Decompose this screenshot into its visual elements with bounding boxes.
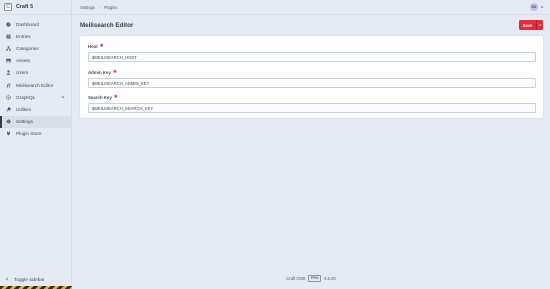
user-menu[interactable]: SO <box>530 3 544 11</box>
sidebar-item-utilities[interactable]: Utilities <box>0 103 71 115</box>
sidebar-item-plugin-store[interactable]: Plugin Store <box>0 128 71 140</box>
sidebar: C Craft 5 Dashboard Entries Categories A… <box>0 0 72 289</box>
sidebar-item-meilisearch-editor[interactable]: Meilisearch Editor <box>0 79 71 91</box>
site-brand[interactable]: C Craft 5 <box>0 0 71 15</box>
host-label-text: Host <box>88 43 98 49</box>
chevron-down-icon[interactable] <box>61 95 65 99</box>
save-button-group: Save <box>519 20 543 30</box>
breadcrumb-plugins[interactable]: Plugins <box>104 5 117 10</box>
graphql-icon <box>5 94 11 100</box>
entries-icon <box>5 33 11 39</box>
sidebar-item-settings[interactable]: Settings <box>0 115 71 128</box>
sidebar-item-label: Users <box>16 70 29 76</box>
wrench-icon <box>5 106 11 112</box>
plugin-icon <box>5 82 11 88</box>
gauge-icon <box>5 21 11 27</box>
sidebar-item-dashboard[interactable]: Dashboard <box>0 18 71 30</box>
host-label: Host ✱ <box>88 43 536 49</box>
breadcrumb-settings[interactable]: Settings <box>80 5 95 10</box>
chevron-down-icon <box>538 24 542 27</box>
image-icon <box>5 58 11 64</box>
sidebar-item-label: GraphQL <box>16 94 36 100</box>
sidebar-item-entries[interactable]: Entries <box>0 30 71 42</box>
toggle-sidebar-button[interactable]: Toggle sidebar <box>0 274 72 284</box>
sidebar-nav: Dashboard Entries Categories Assets User… <box>0 15 71 140</box>
sidebar-item-label: Assets <box>16 58 31 64</box>
gear-icon <box>5 119 11 125</box>
plug-icon <box>5 131 11 137</box>
admin-key-label-text: Admin Key <box>88 69 111 75</box>
admin-key-field: Admin Key ✱ <box>88 69 536 88</box>
host-input[interactable] <box>88 52 536 62</box>
page-title: Meilisearch Editor <box>80 21 134 29</box>
topbar: Settings / Plugins SO <box>72 0 550 15</box>
product-name: Craft CMS <box>286 275 306 281</box>
sidebar-item-assets[interactable]: Assets <box>0 55 71 67</box>
required-indicator: ✱ <box>113 94 118 99</box>
save-options-button[interactable] <box>536 20 543 30</box>
required-indicator: ✱ <box>112 69 117 74</box>
admin-key-input[interactable] <box>88 78 536 88</box>
page-header: Meilisearch Editor Save <box>80 18 543 32</box>
host-field: Host ✱ <box>88 43 536 62</box>
sitemap-icon <box>5 45 11 51</box>
search-key-input[interactable] <box>88 103 536 113</box>
sidebar-item-label: Dashboard <box>16 21 39 27</box>
chevron-down-icon <box>540 5 544 10</box>
admin-key-label: Admin Key ✱ <box>88 69 536 75</box>
search-key-field: Search Key ✱ <box>88 94 536 113</box>
footer: Craft CMS PRO 5.6.20 <box>72 274 550 282</box>
search-key-label-text: Search Key <box>88 94 112 100</box>
sidebar-item-label: Entries <box>16 33 31 39</box>
sidebar-item-label: Settings <box>16 119 33 125</box>
edition-badge: PRO <box>308 274 322 282</box>
settings-card: Host ✱ Admin Key ✱ Search Key ✱ <box>80 36 543 118</box>
chevron-left-icon <box>5 277 9 282</box>
sidebar-item-label: Meilisearch Editor <box>16 82 54 88</box>
search-key-label: Search Key ✱ <box>88 94 536 100</box>
sidebar-item-graphql[interactable]: GraphQL <box>0 91 71 103</box>
user-icon <box>5 70 11 76</box>
avatar: SO <box>530 3 538 11</box>
site-logo-icon: C <box>4 3 12 11</box>
save-button[interactable]: Save <box>519 20 536 30</box>
breadcrumb-separator: / <box>98 4 100 10</box>
version-number: 5.6.20 <box>324 275 336 281</box>
site-name: Craft 5 <box>16 4 34 10</box>
sidebar-item-label: Plugin Store <box>16 131 42 137</box>
sidebar-item-users[interactable]: Users <box>0 67 71 79</box>
sidebar-item-label: Utilities <box>16 106 32 112</box>
toggle-sidebar-label: Toggle sidebar <box>14 276 45 282</box>
required-indicator: ✱ <box>99 43 104 48</box>
sidebar-item-label: Categories <box>16 45 39 51</box>
sidebar-item-categories[interactable]: Categories <box>0 42 71 54</box>
